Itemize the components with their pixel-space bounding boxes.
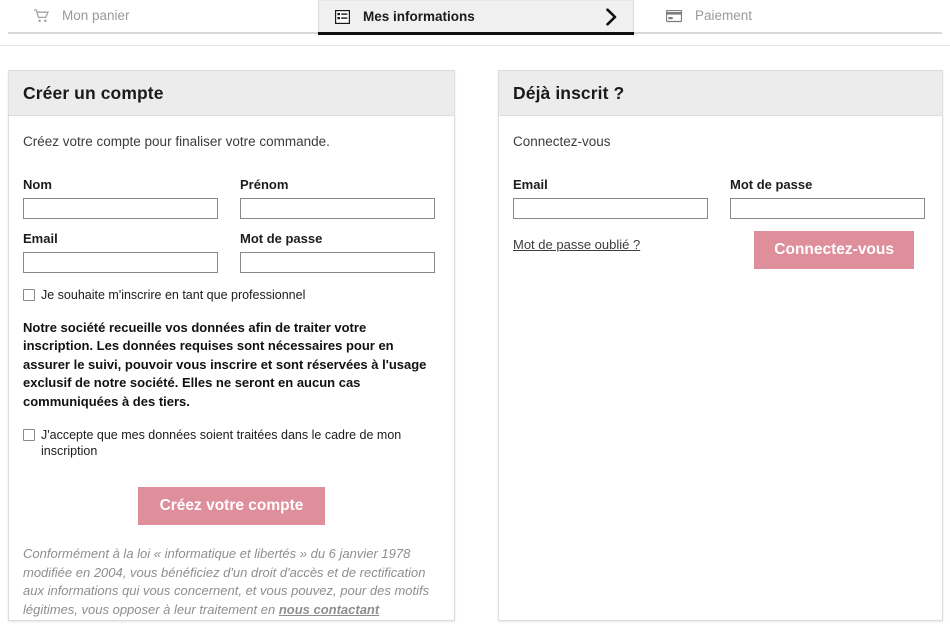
tabbar-bottom-divider (0, 45, 950, 46)
tab-paiement-label: Paiement (695, 8, 753, 24)
tab-underline-payment (634, 32, 942, 34)
field-email-label: Email (23, 231, 58, 246)
login-password-input[interactable] (730, 198, 925, 219)
nom-input[interactable] (23, 198, 218, 219)
chevron-right-icon (606, 7, 617, 26)
login-credentials-row: Email Mot de passe (513, 177, 928, 219)
tab-underline-active (318, 32, 634, 35)
professional-checkbox[interactable] (23, 289, 35, 301)
field-login-password: Mot de passe (730, 177, 925, 219)
credit-card-icon (665, 9, 683, 23)
login-title: Déjà inscrit ? (513, 82, 625, 103)
create-account-panel: Créer un compte Créez votre compte pour … (8, 70, 455, 621)
create-account-body: Créez votre compte pour finaliser votre … (9, 116, 454, 620)
field-prenom-label: Prénom (240, 177, 289, 192)
tab-underline-cart (8, 32, 318, 34)
create-account-header: Créer un compte (9, 71, 454, 116)
consent-checkbox-label: J'accepte que mes données soient traitée… (41, 428, 402, 459)
field-email: Email (23, 231, 218, 273)
shopping-cart-icon (34, 9, 49, 23)
password-input[interactable] (240, 252, 435, 273)
login-panel: Déjà inscrit ? Connectez-vous Email Mot … (498, 70, 943, 621)
login-email-input[interactable] (513, 198, 708, 219)
tab-mon-panier[interactable]: Mon panier (18, 0, 146, 32)
tab-mes-informations-label: Mes informations (363, 8, 475, 24)
login-button[interactable]: Connectez-vous (754, 231, 914, 269)
field-password-label: Mot de passe (240, 231, 323, 246)
field-nom: Nom (23, 177, 218, 219)
field-nom-label: Nom (23, 177, 52, 192)
field-prenom: Prénom (240, 177, 435, 219)
create-account-intro: Créez votre compte pour finaliser votre … (23, 134, 330, 149)
privacy-notice: Notre société recueille vos données afin… (23, 320, 427, 409)
create-account-button-wrap: Créez votre compte (23, 487, 440, 525)
field-login-password-label: Mot de passe (730, 177, 813, 192)
credentials-row: Email Mot de passe (23, 231, 440, 273)
field-login-email-label: Email (513, 177, 548, 192)
checkout-steps-tabbar: Mon panier Mes informations Paiement (0, 0, 950, 46)
professional-checkbox-label: Je souhaite m'inscrire en tant que profe… (41, 288, 306, 302)
tab-paiement[interactable]: Paiement (650, 0, 768, 32)
tab-mes-informations[interactable]: Mes informations (318, 0, 634, 32)
forgot-password-link[interactable]: Mot de passe oublié ? (513, 237, 640, 252)
create-account-title: Créer un compte (23, 82, 164, 103)
create-account-button[interactable]: Créez votre compte (137, 487, 326, 525)
prenom-input[interactable] (240, 198, 435, 219)
login-actions: Mot de passe oublié ? Connectez-vous (513, 231, 928, 273)
name-row: Nom Prénom (23, 177, 440, 219)
contact-us-link[interactable]: nous contactant (279, 602, 379, 617)
field-password: Mot de passe (240, 231, 435, 273)
professional-checkbox-row[interactable]: Je souhaite m'inscrire en tant que profe… (23, 287, 440, 303)
login-intro: Connectez-vous (513, 134, 611, 149)
consent-checkbox[interactable] (23, 429, 35, 442)
login-header: Déjà inscrit ? (499, 71, 942, 116)
consent-checkbox-row[interactable]: J'accepte que mes données soient traitée… (23, 427, 440, 459)
legal-disclaimer: Conformément à la loi « informatique et … (23, 545, 443, 620)
field-login-email: Email (513, 177, 708, 219)
form-list-icon (334, 9, 351, 24)
login-body: Connectez-vous Email Mot de passe Mot de… (499, 116, 942, 273)
tab-mon-panier-label: Mon panier (62, 8, 130, 24)
email-input[interactable] (23, 252, 218, 273)
